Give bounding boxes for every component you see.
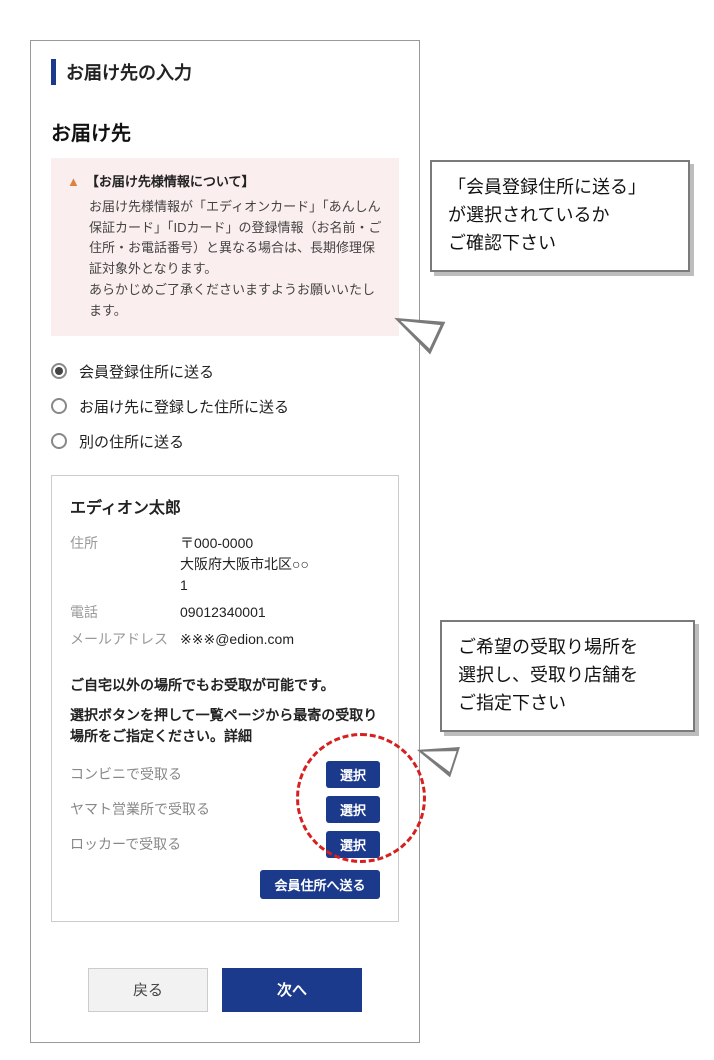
select-yamato-button[interactable]: 選択 [326,796,380,823]
row-label: メールアドレス [70,629,180,650]
radio-label: お届け先に登録した住所に送る [79,396,289,417]
select-convenience-button[interactable]: 選択 [326,761,380,788]
radio-label: 会員登録住所に送る [79,361,214,382]
pickup-label: ヤマト営業所で受取る [70,799,210,819]
callout-select-pickup: ご希望の受取り場所を 選択し、受取り店舗を ご指定下さい [440,620,695,732]
pickup-heading: ご自宅以外の場所でもお受取が可能です。 [70,675,380,695]
delivery-panel: お届け先の入力 お届け先 ▲ 【お届け先様情報について】 お届け先様情報が「エディ… [30,40,420,1043]
pickup-locker: ロッカーで受取る 選択 [70,827,380,862]
delivery-section: お届け先 ▲ 【お届け先様情報について】 お届け先様情報が「エディオンカード」「あ… [31,99,419,942]
radio-saved-address[interactable]: お届け先に登録した住所に送る [51,389,399,424]
footer-buttons: 戻る 次へ [31,942,419,1042]
pickup-list: コンビニで受取る 選択 ヤマト営業所で受取る 選択 ロッカーで受取る 選択 [70,757,380,862]
radio-icon [51,398,67,414]
select-locker-button[interactable]: 選択 [326,831,380,858]
pickup-instruction: 選択ボタンを押して一覧ページから最寄の受取り場所をご指定ください。詳細 [70,705,380,747]
row-value: 〒000-0000 大阪府大阪市北区○○ 1 [180,533,309,596]
callout-confirm-radio: 「会員登録住所に送る」 が選択されているか ご確認下さい [430,160,690,272]
pickup-label: ロッカーで受取る [70,834,181,854]
row-label: 電話 [70,602,180,623]
send-member-address-button[interactable]: 会員住所へ送る [260,870,380,899]
radio-registered-address[interactable]: 会員登録住所に送る [51,354,399,389]
pickup-label: コンビニで受取る [70,764,182,784]
row-label: 住所 [70,533,180,596]
notice-title-row: ▲ 【お届け先様情報について】 [67,172,383,193]
notice-box: ▲ 【お届け先様情報について】 お届け先様情報が「エディオンカード」「あんしん保証… [51,158,399,336]
panel-title: お届け先の入力 [51,59,399,85]
pickup-convenience: コンビニで受取る 選択 [70,757,380,792]
section-title: お届け先 [51,99,399,158]
address-row: 住所 〒000-0000 大阪府大阪市北区○○ 1 [70,530,380,599]
radio-icon [51,363,67,379]
address-card: エディオン太郎 住所 〒000-0000 大阪府大阪市北区○○ 1 電話 090… [51,475,399,922]
notice-heading: 【お届け先様情報について】 [86,174,255,189]
radio-label: 別の住所に送る [79,431,184,452]
panel-header: お届け先の入力 [31,41,419,99]
notice-body: お届け先様情報が「エディオンカード」「あんしん保証カード」「IDカード」の登録情… [67,197,383,322]
back-button[interactable]: 戻る [88,968,208,1012]
email-row: メールアドレス ※※※@edion.com [70,626,380,653]
warning-icon: ▲ [67,172,80,193]
row-value: ※※※@edion.com [180,629,294,650]
row-value: 09012340001 [180,602,266,623]
radio-group: 会員登録住所に送る お届け先に登録した住所に送る 別の住所に送る [51,336,399,465]
next-button[interactable]: 次へ [222,968,362,1012]
member-send-row: 会員住所へ送る [70,870,380,899]
recipient-name: エディオン太郎 [70,494,380,518]
pickup-yamato: ヤマト営業所で受取る 選択 [70,792,380,827]
radio-icon [51,433,67,449]
phone-row: 電話 09012340001 [70,599,380,626]
radio-other-address[interactable]: 別の住所に送る [51,424,399,459]
